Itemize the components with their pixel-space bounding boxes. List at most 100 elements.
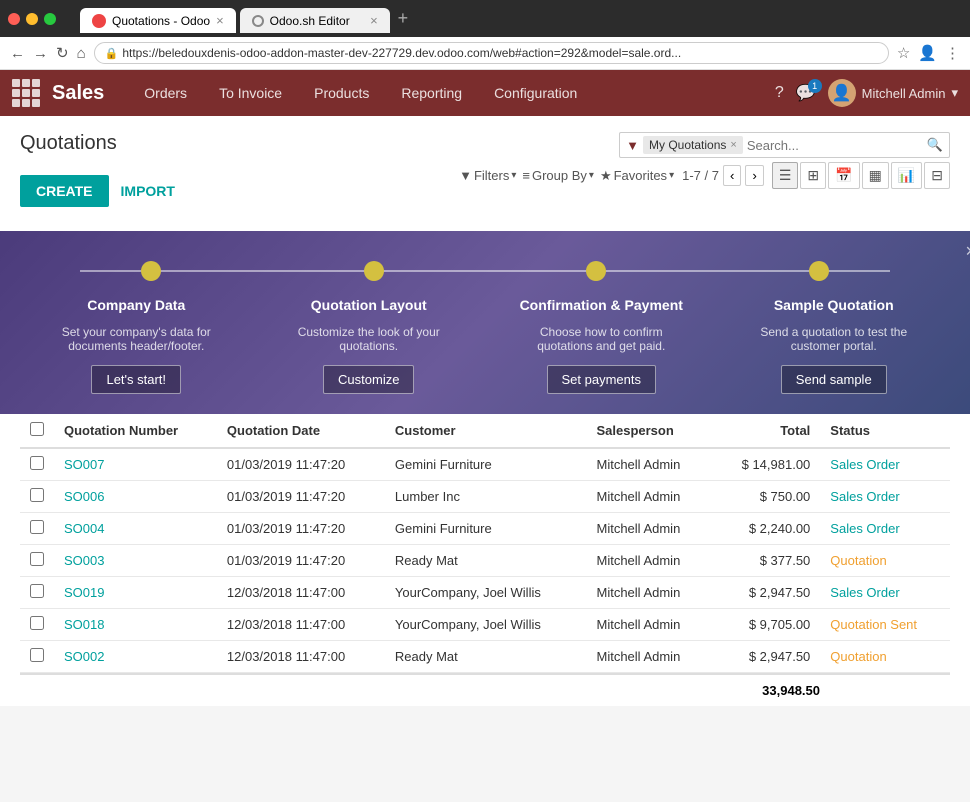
back-button[interactable]: ←	[10, 45, 25, 62]
odoo-brand[interactable]: Sales	[52, 82, 104, 105]
filters-button[interactable]: ▼ Filters ▾	[459, 168, 516, 183]
row-date-6: 12/03/2018 11:47:00	[217, 641, 385, 673]
row-date-0: 01/03/2019 11:47:20	[217, 448, 385, 481]
col-status[interactable]: Status	[820, 414, 950, 448]
apps-grid-icon[interactable]	[12, 79, 40, 107]
quotation-link-2[interactable]: SO004	[64, 521, 104, 536]
row-num-0[interactable]: SO007	[54, 448, 217, 481]
row-num-6[interactable]: SO002	[54, 641, 217, 673]
col-total[interactable]: Total	[713, 414, 821, 448]
main-content: Quotations CREATE IMPORT ▼ My Quotations…	[0, 116, 970, 231]
row-checkbox-2	[20, 513, 54, 545]
pivot-view-button[interactable]: ▦	[862, 162, 889, 189]
main-nav: Orders To Invoice Products Reporting Con…	[128, 70, 593, 116]
help-icon[interactable]: ?	[775, 84, 784, 102]
nav-reporting[interactable]: Reporting	[385, 70, 478, 116]
row-select-6[interactable]	[30, 648, 44, 662]
nav-orders[interactable]: Orders	[128, 70, 203, 116]
calendar-view-button[interactable]: 📅	[828, 162, 859, 189]
col-quotation-number[interactable]: Quotation Number	[54, 414, 217, 448]
search-input[interactable]	[747, 138, 923, 153]
row-num-3[interactable]: SO003	[54, 545, 217, 577]
window-close-btn[interactable]	[8, 13, 20, 25]
col-customer[interactable]: Customer	[385, 414, 587, 448]
filter-remove-btn[interactable]: ×	[730, 139, 736, 151]
row-status-2: Sales Order	[820, 513, 950, 545]
reload-button[interactable]: ↻	[56, 44, 69, 62]
favorites-button[interactable]: ★ Favorites ▾	[600, 168, 674, 184]
graph-view-button[interactable]: 📊	[891, 162, 922, 189]
col-quotation-date[interactable]: Quotation Date	[217, 414, 385, 448]
row-num-2[interactable]: SO004	[54, 513, 217, 545]
quotation-link-4[interactable]: SO019	[64, 585, 104, 600]
quotation-link-3[interactable]: SO003	[64, 553, 104, 568]
user-menu[interactable]: 👤 Mitchell Admin ▾	[828, 79, 958, 107]
row-customer-4: YourCompany, Joel Willis	[385, 577, 587, 609]
row-num-4[interactable]: SO019	[54, 577, 217, 609]
nav-to-invoice[interactable]: To Invoice	[203, 70, 298, 116]
nav-configuration[interactable]: Configuration	[478, 70, 593, 116]
next-page-button[interactable]: ›	[745, 165, 763, 186]
create-button[interactable]: CREATE	[20, 175, 109, 207]
browser-tab-bar: Quotations - Odoo × Odoo.sh Editor × +	[72, 4, 962, 33]
row-select-5[interactable]	[30, 616, 44, 630]
step-group-company-data: Company Data Set your company's data for…	[20, 297, 253, 394]
row-select-0[interactable]	[30, 456, 44, 470]
quotation-link-1[interactable]: SO006	[64, 489, 104, 504]
window-minimize-btn[interactable]	[26, 13, 38, 25]
row-checkbox-3	[20, 545, 54, 577]
group-by-icon: ≡	[522, 168, 530, 183]
step-title-company-data: Company Data	[87, 297, 185, 313]
browser-tab-sh[interactable]: Odoo.sh Editor ×	[240, 8, 390, 33]
row-num-5[interactable]: SO018	[54, 609, 217, 641]
search-box[interactable]: ▼ My Quotations × 🔍	[619, 132, 950, 158]
bookmark-icon[interactable]: ☆	[897, 44, 910, 62]
step-btn-confirmation-payment[interactable]: Set payments	[547, 365, 657, 394]
quotation-link-5[interactable]: SO018	[64, 617, 104, 632]
window-maximize-btn[interactable]	[44, 13, 56, 25]
col-salesperson[interactable]: Salesperson	[586, 414, 712, 448]
row-select-3[interactable]	[30, 552, 44, 566]
menu-icon[interactable]: ⋮	[945, 44, 960, 62]
row-customer-0: Gemini Furniture	[385, 448, 587, 481]
new-tab-button[interactable]: +	[394, 4, 413, 33]
row-select-2[interactable]	[30, 520, 44, 534]
step-btn-quotation-layout[interactable]: Customize	[323, 365, 414, 394]
filters-label: Filters	[474, 168, 509, 183]
select-all-checkbox[interactable]	[30, 422, 44, 436]
table-header-row: Quotation Number Quotation Date Customer…	[20, 414, 950, 448]
quotation-link-6[interactable]: SO002	[64, 649, 104, 664]
messages-icon[interactable]: 💬 1	[796, 83, 816, 103]
filters-arrow: ▾	[511, 170, 516, 181]
view-controls: ▼ Filters ▾ ≡ Group By ▾ ★ Favorites ▾	[459, 162, 950, 189]
steps-container: Company Data Set your company's data for…	[0, 297, 970, 394]
row-total-5: $ 9,705.00	[713, 609, 821, 641]
step-btn-company-data[interactable]: Let's start!	[91, 365, 181, 394]
search-icon[interactable]: 🔍	[927, 137, 943, 153]
step-btn-sample-quotation[interactable]: Send sample	[781, 365, 887, 394]
row-num-1[interactable]: SO006	[54, 481, 217, 513]
row-status-0: Sales Order	[820, 448, 950, 481]
quotation-link-0[interactable]: SO007	[64, 457, 104, 472]
prev-page-button[interactable]: ‹	[723, 165, 741, 186]
import-button[interactable]: IMPORT	[117, 175, 179, 207]
home-button[interactable]: ⌂	[77, 45, 86, 62]
list-view-button[interactable]: ☰	[772, 162, 799, 189]
nav-products[interactable]: Products	[298, 70, 385, 116]
kanban-view-button[interactable]: ⊞	[800, 162, 826, 189]
banner-close-button[interactable]: ×	[965, 241, 970, 262]
user-profile-icon[interactable]: 👤	[918, 44, 937, 62]
row-select-1[interactable]	[30, 488, 44, 502]
forward-button[interactable]: →	[33, 45, 48, 62]
url-bar[interactable]: 🔒 https://beledouxdenis-odoo-addon-maste…	[94, 42, 889, 64]
toolbar-right: ▼ My Quotations × 🔍 ▼ Filters ▾	[459, 132, 950, 189]
tab-favicon-odoo	[92, 14, 106, 28]
group-by-button[interactable]: ≡ Group By ▾	[522, 168, 594, 183]
row-date-1: 01/03/2019 11:47:20	[217, 481, 385, 513]
row-checkbox-5	[20, 609, 54, 641]
row-select-4[interactable]	[30, 584, 44, 598]
tab-close-sh[interactable]: ×	[370, 13, 378, 28]
tab-close-quotations[interactable]: ×	[216, 13, 224, 28]
activity-view-button[interactable]: ⊟	[924, 162, 950, 189]
browser-tab-quotations[interactable]: Quotations - Odoo ×	[80, 8, 236, 33]
